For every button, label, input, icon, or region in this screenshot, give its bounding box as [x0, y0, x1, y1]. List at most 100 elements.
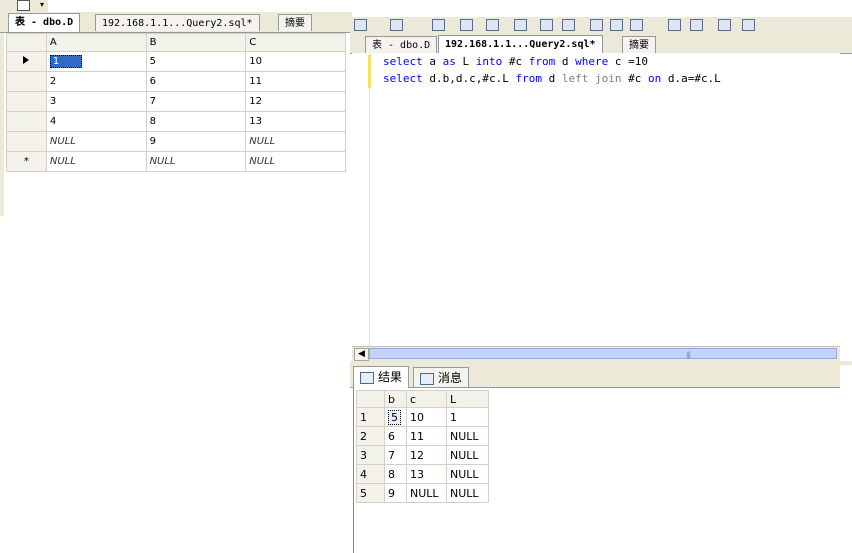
result-cell[interactable]: 5: [384, 407, 407, 427]
table-row[interactable]: NULL 9 NULL: [6, 131, 346, 152]
grid-cell[interactable]: 4: [45, 111, 147, 132]
scroll-thumb[interactable]: |||: [369, 348, 837, 359]
toolbar-dropdown-icon[interactable]: ▾: [40, 1, 44, 9]
toolbar-icon[interactable]: [540, 19, 553, 31]
column-header-a[interactable]: A: [45, 33, 147, 52]
tab-summary[interactable]: 摘要: [278, 14, 312, 31]
result-cell[interactable]: NULL: [446, 483, 489, 503]
tab-messages[interactable]: 消息: [413, 367, 470, 387]
result-cell[interactable]: NULL: [446, 464, 489, 484]
query-editor[interactable]: [352, 53, 840, 346]
result-cell[interactable]: 12: [406, 445, 447, 465]
toolbar-icon[interactable]: [354, 19, 367, 31]
grid-cell[interactable]: 2: [45, 71, 147, 92]
grid-cell[interactable]: NULL: [145, 151, 247, 172]
row-selector[interactable]: [6, 131, 47, 152]
table-row[interactable]: 5 9 NULL NULL: [356, 483, 489, 503]
grid-cell[interactable]: 11: [245, 71, 346, 92]
toolbar-icon[interactable]: [690, 19, 703, 31]
toolbar-icon[interactable]: [514, 19, 527, 31]
table-row[interactable]: 2 6 11: [6, 71, 346, 92]
result-cell[interactable]: 6: [384, 426, 407, 446]
horizontal-scrollbar[interactable]: ◀ |||: [352, 346, 840, 361]
grid-cell[interactable]: NULL: [245, 151, 346, 172]
grid-cell[interactable]: 12: [245, 91, 346, 112]
result-cell[interactable]: 10: [406, 407, 447, 427]
table-row[interactable]: 1 5 10 1: [356, 407, 489, 427]
code-line-2[interactable]: select d.b,d.c,#c.L from d left join #c …: [383, 72, 721, 85]
query-toolbar: [350, 17, 852, 34]
result-cell[interactable]: NULL: [446, 426, 489, 446]
tab-query2[interactable]: 192.168.1.1...Query2.sql*: [95, 14, 260, 31]
grid-cell[interactable]: NULL: [245, 131, 346, 152]
toolbar-icon[interactable]: [562, 19, 575, 31]
toolbar-icon[interactable]: [486, 19, 499, 31]
result-cell[interactable]: 11: [406, 426, 447, 446]
grid-cell[interactable]: NULL: [45, 151, 147, 172]
result-cell[interactable]: 1: [446, 407, 489, 427]
grid-cell[interactable]: 3: [45, 91, 147, 112]
table-row[interactable]: 2 6 11 NULL: [356, 426, 489, 446]
toolbar-icon[interactable]: [742, 19, 755, 31]
column-header-c[interactable]: c: [406, 390, 447, 408]
grid-cell[interactable]: 9: [145, 131, 247, 152]
row-number[interactable]: 5: [356, 483, 385, 503]
results-corner[interactable]: [356, 390, 385, 408]
toolbar-icon[interactable]: [668, 19, 681, 31]
toolbar-icon[interactable]: [718, 19, 731, 31]
result-cell[interactable]: 7: [384, 445, 407, 465]
tab-query2[interactable]: 192.168.1.1...Query2.sql*: [438, 35, 603, 54]
row-number[interactable]: 4: [356, 464, 385, 484]
scroll-left-icon[interactable]: ◀: [354, 348, 369, 361]
row-selector[interactable]: [6, 111, 47, 132]
results-tabs: 结果 消息: [350, 365, 840, 388]
column-header-c[interactable]: C: [245, 33, 346, 52]
column-header-b[interactable]: b: [384, 390, 407, 408]
row-selector[interactable]: [6, 91, 47, 112]
result-cell[interactable]: NULL: [406, 483, 447, 503]
column-header-b[interactable]: B: [145, 33, 247, 52]
new-row-marker[interactable]: *: [6, 151, 47, 172]
grid-cell[interactable]: 6: [145, 71, 247, 92]
tab-table-dbo-d[interactable]: 表 - dbo.D: [8, 13, 81, 32]
toolbar-icon[interactable]: [390, 19, 403, 31]
message-icon: [420, 373, 434, 385]
toolbar-icon[interactable]: [630, 19, 643, 31]
toolbar-icon[interactable]: [432, 19, 445, 31]
table-data-grid: A B C 1 5 10 2 6 11 3 7 12 4 8 13 NULL 9…: [6, 33, 346, 172]
result-cell[interactable]: NULL: [446, 445, 489, 465]
row-selector[interactable]: [6, 51, 47, 72]
toolbar-icon[interactable]: [610, 19, 623, 31]
result-cell[interactable]: 13: [406, 464, 447, 484]
grid-cell[interactable]: 8: [145, 111, 247, 132]
table-row[interactable]: 4 8 13 NULL: [356, 464, 489, 484]
column-header-l[interactable]: L: [446, 390, 489, 408]
new-row[interactable]: * NULL NULL NULL: [6, 151, 346, 172]
tab-results[interactable]: 结果: [353, 366, 410, 388]
table-row[interactable]: 3 7 12: [6, 91, 346, 112]
tab-summary[interactable]: 摘要: [622, 36, 656, 53]
grid-cell[interactable]: 5: [145, 51, 247, 72]
toolbar-icon[interactable]: [460, 19, 473, 31]
grid-cell[interactable]: 7: [145, 91, 247, 112]
results-grid: b c L 1 5 10 1 2 6 11 NULL 3 7 12 NULL 4…: [356, 390, 489, 503]
grid-corner[interactable]: [6, 33, 47, 52]
row-number[interactable]: 1: [356, 407, 385, 427]
grid-cell[interactable]: 1: [45, 51, 147, 72]
grid-cell[interactable]: 10: [245, 51, 346, 72]
tab-table-dbo-d[interactable]: 表 - dbo.D: [365, 36, 438, 53]
tab-messages-label: 消息: [438, 371, 463, 385]
row-selector[interactable]: [6, 71, 47, 92]
grid-cell[interactable]: NULL: [45, 131, 147, 152]
result-cell[interactable]: 8: [384, 464, 407, 484]
table-row[interactable]: 3 7 12 NULL: [356, 445, 489, 465]
row-number[interactable]: 2: [356, 426, 385, 446]
table-icon[interactable]: [17, 0, 30, 11]
code-line-1[interactable]: select a as L into #c from d where c =10: [383, 55, 648, 68]
grid-cell[interactable]: 13: [245, 111, 346, 132]
result-cell[interactable]: 9: [384, 483, 407, 503]
table-row[interactable]: 1 5 10: [6, 51, 346, 72]
table-row[interactable]: 4 8 13: [6, 111, 346, 132]
row-number[interactable]: 3: [356, 445, 385, 465]
toolbar-icon[interactable]: [590, 19, 603, 31]
